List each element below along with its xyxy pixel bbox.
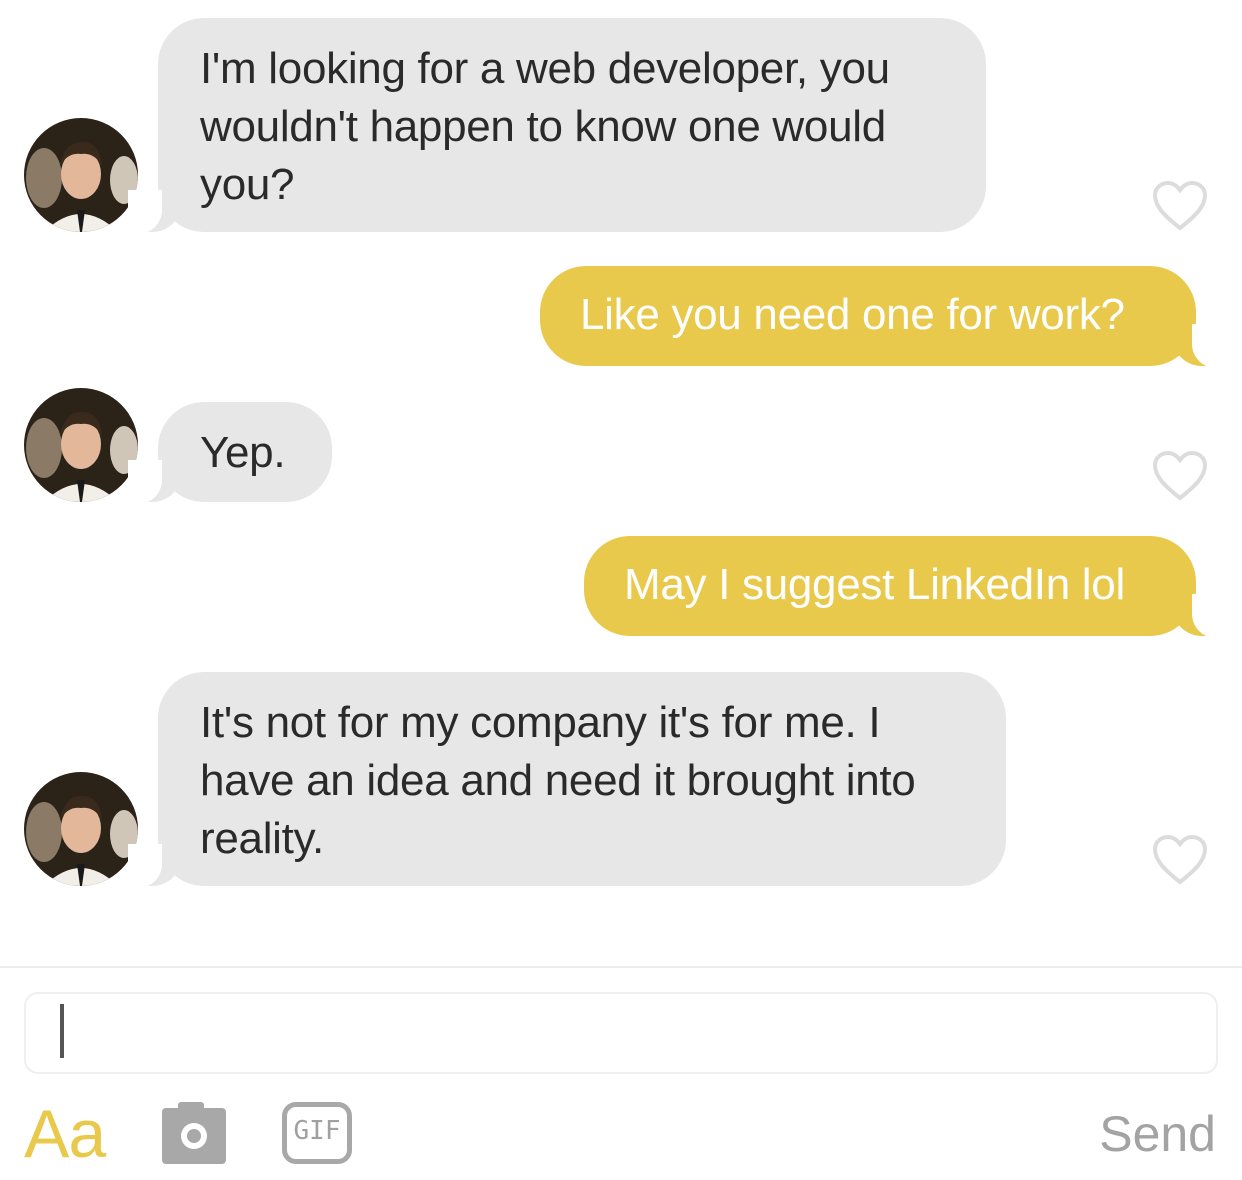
message-text: May I suggest LinkedIn lol: [624, 560, 1125, 609]
avatar[interactable]: [24, 118, 138, 232]
heart-icon[interactable]: [1152, 180, 1208, 232]
heart-icon[interactable]: [1152, 450, 1208, 502]
message-text: Like you need one for work?: [580, 290, 1125, 339]
camera-icon[interactable]: [162, 1102, 226, 1164]
text-caret: [60, 1004, 64, 1058]
message-text: I'm looking for a web developer, you wou…: [200, 44, 890, 209]
message-input[interactable]: [24, 992, 1218, 1074]
avatar[interactable]: [24, 388, 138, 502]
message-text: It's not for my company it's for me. I h…: [200, 698, 916, 863]
composer-divider: [0, 966, 1242, 968]
incoming-message-bubble[interactable]: Yep.: [128, 402, 332, 504]
font-toggle-button[interactable]: Aa: [24, 1094, 106, 1174]
avatar[interactable]: [24, 772, 138, 886]
outgoing-message-bubble[interactable]: Like you need one for work?: [540, 266, 1226, 368]
incoming-message-bubble[interactable]: It's not for my company it's for me. I h…: [128, 672, 1006, 888]
message-thread: I'm looking for a web developer, you wou…: [0, 0, 1242, 965]
gif-label: GIF: [293, 1116, 341, 1146]
heart-icon[interactable]: [1152, 834, 1208, 886]
message-text: Yep.: [200, 428, 286, 477]
incoming-message-bubble[interactable]: I'm looking for a web developer, you wou…: [128, 18, 986, 234]
gif-button[interactable]: GIF: [282, 1102, 352, 1164]
send-button[interactable]: Send: [1099, 1104, 1216, 1164]
outgoing-message-bubble[interactable]: May I suggest LinkedIn lol: [584, 536, 1226, 638]
